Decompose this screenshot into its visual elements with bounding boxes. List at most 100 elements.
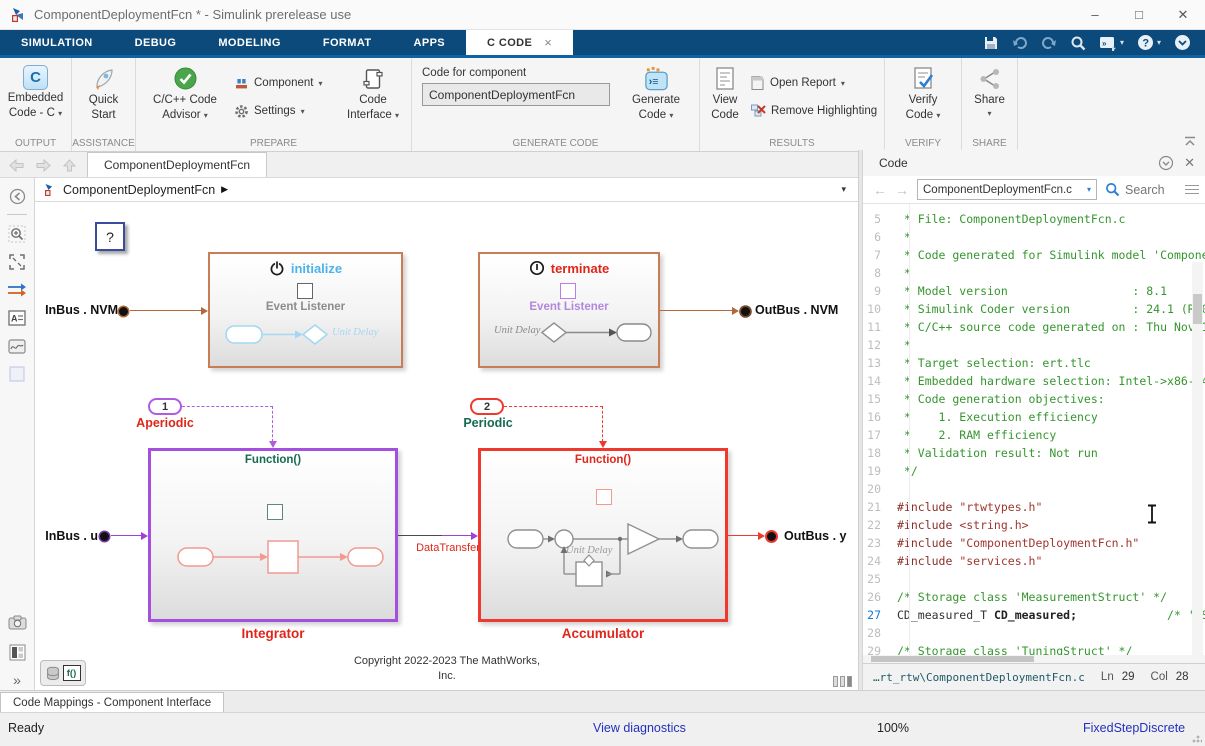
aperiodic-event-badge[interactable]: 1 [148, 398, 182, 415]
tab-format[interactable]: FORMAT [302, 30, 393, 55]
minimize-toolstrip-icon[interactable] [1174, 34, 1191, 51]
code-vertical-scrollbar[interactable] [1192, 262, 1203, 655]
expand-palette-icon[interactable]: » [7, 670, 27, 690]
function-badge[interactable]: f() [63, 665, 81, 681]
tab-debug[interactable]: DEBUG [114, 30, 198, 55]
inport-inbus-u-dot[interactable] [100, 532, 109, 541]
inport-inbus-nvm-dot[interactable] [119, 307, 128, 316]
fit-to-view-icon[interactable] [7, 252, 27, 272]
signal-routing-icon[interactable] [7, 280, 27, 300]
breadcrumb-model-name[interactable]: ComponentDeploymentFcn [63, 183, 215, 197]
open-report-button[interactable]: Open Report ▾ [750, 71, 877, 95]
signal-line[interactable] [398, 535, 442, 536]
periodic-event-badge[interactable]: 2 [470, 398, 504, 415]
undo-icon[interactable] [1012, 35, 1028, 51]
inport-inbus-nvm-label[interactable]: InBus . NVM [40, 303, 118, 317]
tab-apps[interactable]: APPS [392, 30, 466, 55]
nav-up-icon[interactable] [62, 158, 77, 173]
screenshot-icon[interactable] [7, 612, 27, 632]
terminate-subsystem-block[interactable]: terminate Event Listener Unit Delay [478, 252, 660, 368]
embedded-code-button[interactable]: C Embedded Code - C ▾ [0, 63, 71, 120]
tab-simulation[interactable]: SIMULATION [0, 30, 114, 55]
signal-line[interactable] [728, 535, 758, 536]
signal-line[interactable] [111, 535, 142, 536]
code-back-icon[interactable]: ← [873, 182, 887, 198]
settings-button[interactable]: Settings ▾ [234, 99, 330, 123]
help-block[interactable]: ? [95, 222, 125, 251]
annotation-icon[interactable]: A [7, 308, 27, 328]
close-button[interactable]: ✕ [1161, 0, 1205, 30]
line-number: 5 [863, 210, 897, 228]
code-text: * Code generation objectives: [897, 390, 1105, 408]
breadcrumb-dropdown-icon[interactable]: ▾ [841, 184, 846, 195]
nav-back-icon[interactable] [8, 158, 25, 173]
tab-modeling[interactable]: MODELING [197, 30, 301, 55]
minimize-button[interactable]: – [1073, 0, 1117, 30]
perspective-icon[interactable]: » ▾ [1099, 35, 1124, 51]
area-icon[interactable] [7, 364, 27, 384]
quick-start-button[interactable]: Quick Start [72, 63, 135, 122]
file-selector-dropdown[interactable]: ComponentDeploymentFcn.c ▾ [917, 179, 1097, 200]
panel-menu-icon[interactable] [1158, 155, 1174, 171]
code-mappings-tab[interactable]: Code Mappings - Component Interface [0, 692, 224, 713]
code-editor[interactable]: 5 * File: ComponentDeploymentFcn.c6 *7 *… [863, 204, 1205, 655]
help-icon[interactable]: ? ▾ [1137, 34, 1161, 51]
quick-start-rocket-icon [90, 65, 117, 92]
save-icon[interactable] [983, 35, 999, 51]
model-icon [43, 183, 57, 197]
maximize-button[interactable]: □ [1117, 0, 1161, 30]
outport-outbus-y-dot[interactable] [767, 532, 776, 541]
solver-name[interactable]: FixedStepDiscrete [1083, 721, 1185, 735]
data-transfer-label[interactable]: DataTransfer [413, 542, 483, 554]
hide-panel-icon[interactable] [7, 186, 27, 206]
signal-line[interactable] [660, 310, 732, 311]
code-for-component-label: Code for component [422, 67, 620, 79]
inport-inbus-u-label[interactable]: InBus . u [40, 529, 98, 543]
panel-options-icon[interactable] [1185, 185, 1199, 194]
component-name-input[interactable] [422, 83, 610, 106]
code-panel-title: Code [879, 156, 908, 170]
outport-outbus-y-label[interactable]: OutBus . y [784, 529, 847, 543]
document-tab[interactable]: ComponentDeploymentFcn [87, 152, 267, 177]
line-number: 29 [863, 642, 897, 655]
data-dictionary-icon[interactable] [46, 666, 60, 681]
share-button[interactable]: Share ▾ [962, 63, 1017, 118]
tab-close-icon[interactable]: × [544, 35, 552, 50]
window-title: ComponentDeploymentFcn * - Simulink prer… [34, 7, 351, 22]
code-line: 9 * Model version : 8.1 [863, 282, 1205, 300]
model-browser-icon[interactable] [7, 642, 27, 662]
code-panel: Code ✕ ← → ComponentDeploymentFcn.c ▾ 5 … [862, 150, 1205, 690]
collapse-ribbon-icon[interactable] [1183, 136, 1197, 147]
svg-text:»: » [1102, 39, 1107, 48]
nav-forward-icon[interactable] [35, 158, 52, 173]
outport-outbus-nvm-dot[interactable] [741, 307, 750, 316]
view-diagnostics-link[interactable]: View diagnostics [593, 721, 686, 735]
status-ready: Ready [8, 721, 44, 735]
verify-code-button[interactable]: Verify Code ▾ [885, 63, 961, 122]
panel-close-icon[interactable]: ✕ [1184, 155, 1195, 171]
outport-outbus-nvm-label[interactable]: OutBus . NVM [755, 303, 838, 317]
zoom-in-icon[interactable] [7, 224, 27, 244]
integrator-subsystem-block[interactable]: Function() [148, 448, 398, 622]
remove-highlighting-button[interactable]: Remove Highlighting [750, 99, 877, 123]
tab-c-code[interactable]: C CODE × [466, 30, 573, 55]
code-horizontal-scrollbar[interactable] [863, 655, 1205, 663]
resize-grip[interactable] [1192, 733, 1202, 743]
code-text: * Code generated for Simulink model 'Com… [897, 246, 1205, 264]
search-input[interactable] [1125, 183, 1177, 197]
signal-line[interactable] [130, 310, 201, 311]
canvas-corner-widget[interactable] [833, 676, 852, 687]
component-button[interactable]: Component ▾ [234, 71, 330, 95]
model-canvas[interactable]: ? InBus . NVM initialize Event Listener … [35, 202, 858, 690]
viewer-icon[interactable] [7, 336, 27, 356]
code-forward-icon[interactable]: → [895, 182, 909, 198]
initialize-subsystem-block[interactable]: initialize Event Listener Unit Delay [208, 252, 403, 368]
search-icon[interactable] [1070, 35, 1086, 51]
redo-icon[interactable] [1041, 35, 1057, 51]
accumulator-block-name[interactable]: Accumulator [478, 626, 728, 641]
search-icon[interactable] [1105, 182, 1120, 197]
accumulator-subsystem-block[interactable]: Function() [478, 448, 728, 622]
integrator-block-name[interactable]: Integrator [148, 626, 398, 641]
terminate-event-square [560, 283, 576, 299]
signal-line[interactable] [442, 535, 471, 536]
